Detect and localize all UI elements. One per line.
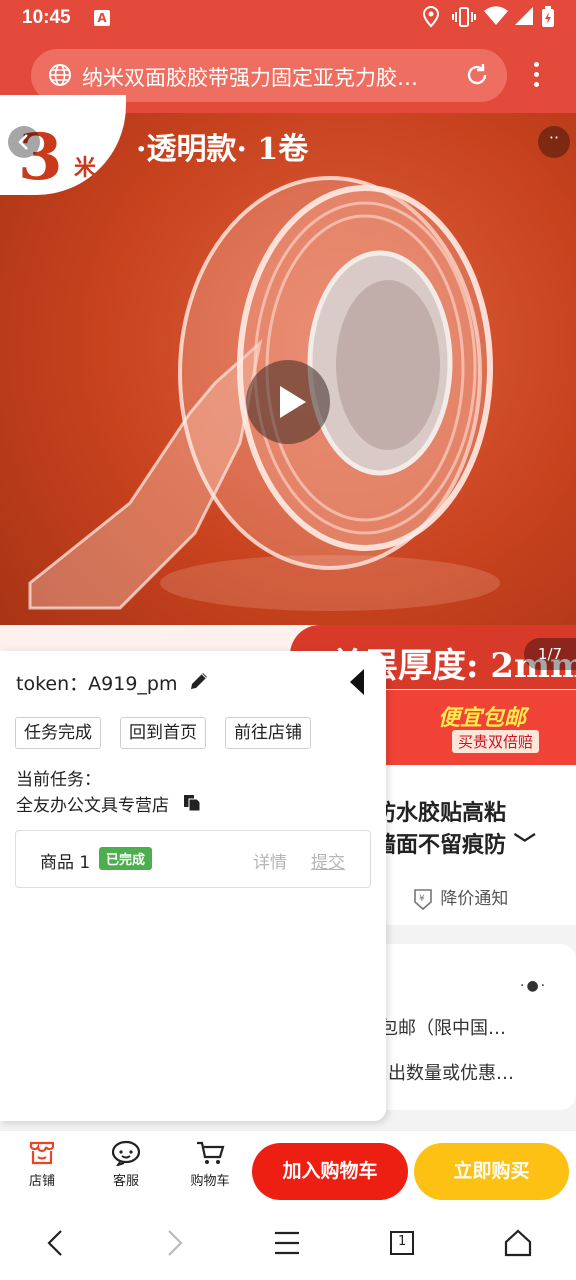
hero-title: ·透明款· 1卷 — [136, 132, 309, 167]
chat-icon — [111, 1140, 141, 1166]
nav-home-icon[interactable] — [504, 1228, 532, 1262]
product-title: 防水胶贴高粘 墙面不留痕防 ﹀ — [374, 798, 574, 862]
status-badge: 已完成 — [99, 847, 153, 870]
vibrate-icon — [452, 6, 476, 33]
shop-label: 店铺 — [28, 1174, 55, 1189]
cart-tab[interactable]: 购物车 — [180, 1140, 240, 1189]
refresh-icon[interactable] — [464, 62, 490, 92]
nav-tabs-icon[interactable]: 1 — [389, 1228, 415, 1262]
chevron-down-icon[interactable]: ﹀ — [514, 833, 536, 858]
token-row: token：A919_pm — [16, 669, 177, 696]
shop-icon — [29, 1141, 55, 1165]
service-label: 客服 — [112, 1174, 139, 1189]
go-store-button[interactable]: 前往店铺 — [225, 717, 311, 749]
shipping-info-2: 出数量或优惠… — [388, 1063, 514, 1084]
more-icon[interactable]: ·· — [538, 126, 570, 158]
shipping-info-1: 包邮（限中国… — [380, 1018, 506, 1039]
nav-menu-icon[interactable] — [274, 1228, 300, 1262]
current-task-label: 当前任务： — [16, 770, 101, 790]
page-title[interactable]: 纳米双面胶胶带强力固定亚克力胶… — [82, 62, 452, 92]
carousel-dots: ·●· — [520, 978, 548, 994]
nav-back-icon[interactable] — [44, 1228, 68, 1262]
customer-service-tab[interactable]: 客服 — [96, 1140, 156, 1189]
buy-now-button[interactable]: 立即购买 — [414, 1143, 569, 1200]
promo-free-shipping: 便宜包邮 — [438, 706, 527, 731]
copy-icon[interactable] — [182, 793, 202, 817]
promo-guarantee: 买贵双倍赔 — [452, 730, 540, 753]
current-task-value: 全友办公文具专营店 — [16, 796, 169, 816]
status-time: 10:45 — [22, 7, 71, 28]
length-badge-unit: 米 — [74, 156, 97, 181]
task-item-name: 商品 1 — [40, 853, 91, 873]
tabs-count: 1 — [398, 1234, 407, 1249]
play-video-button[interactable] — [246, 360, 330, 444]
item-detail-link[interactable]: 详情 — [253, 848, 287, 873]
battery-icon — [541, 6, 555, 33]
notification-icon: A — [94, 10, 110, 26]
task-complete-button[interactable]: 任务完成 — [15, 717, 101, 749]
wifi-icon — [484, 6, 508, 31]
token-label: token： — [16, 673, 89, 695]
image-pager: 1/7 — [524, 638, 576, 670]
price-tag-icon: ¥ — [414, 889, 432, 911]
collapse-panel-icon[interactable] — [348, 668, 366, 700]
product-title-line-1: 防水胶贴高粘 — [374, 801, 507, 826]
globe-icon — [48, 63, 72, 91]
cart-label: 购物车 — [190, 1174, 230, 1189]
cart-icon — [197, 1141, 225, 1164]
back-icon[interactable] — [8, 126, 40, 158]
back-home-button[interactable]: 回到首页 — [120, 717, 206, 749]
item-submit-link[interactable]: 提交 — [311, 848, 345, 873]
product-title-line-2: 墙面不留痕防 ﹀ — [374, 833, 536, 858]
token-value: A919_pm — [88, 673, 178, 695]
nav-forward-icon[interactable] — [162, 1228, 186, 1262]
shop-tab[interactable]: 店铺 — [12, 1140, 72, 1189]
svg-text:¥: ¥ — [419, 894, 425, 904]
location-icon — [421, 5, 441, 33]
overflow-menu-icon[interactable] — [528, 60, 544, 90]
edit-icon[interactable] — [188, 670, 210, 696]
price-notice-button[interactable]: ¥ 降价通知 — [413, 884, 508, 911]
add-to-cart-button[interactable]: 加入购物车 — [252, 1143, 408, 1200]
signal-icon — [512, 6, 534, 31]
